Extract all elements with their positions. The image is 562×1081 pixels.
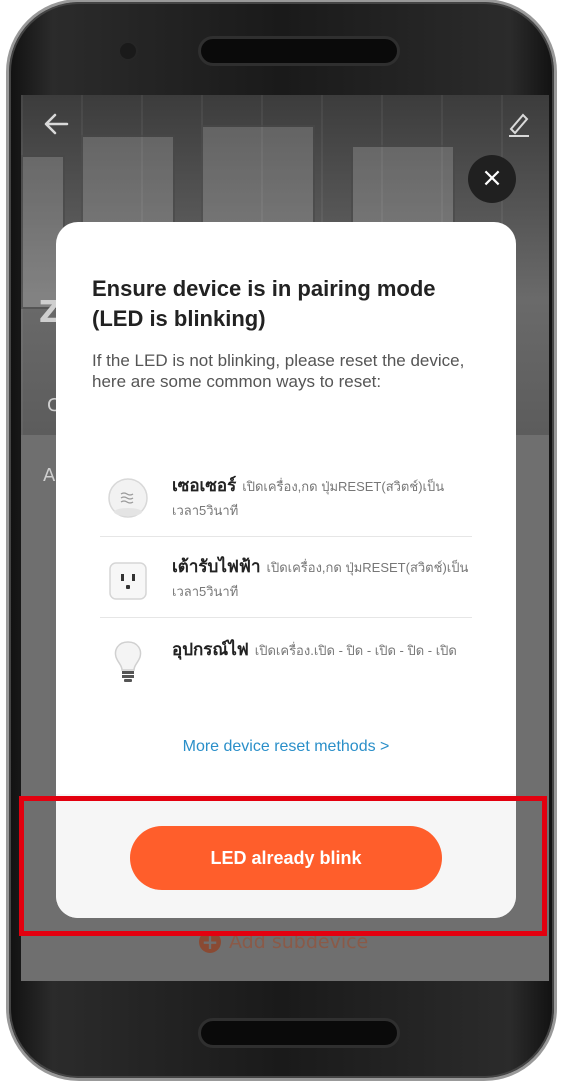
method-name: อุปกรณ์ไฟ [172,640,249,659]
sensor-icon [106,476,148,518]
dialog-description: If the LED is not blinking, please reset… [92,351,465,391]
method-name: เซอเซอร์ [172,476,237,495]
divider [100,617,472,618]
highlight-box [19,796,547,936]
power-socket-icon [106,559,147,600]
method-instruction: เปิดเครื่อง.เปิด - ปิด - เปิด - ปิด - เป… [254,643,457,658]
dialog-title: Ensure device is in pairing mode (LED is… [92,276,436,331]
close-button[interactable]: × [468,155,516,203]
close-icon: × [481,163,503,193]
top-speaker [198,36,400,66]
front-camera [120,43,136,59]
divider [100,536,472,537]
pencil-icon[interactable] [507,111,531,137]
arrow-left-icon[interactable] [41,109,71,139]
method-name: เต้ารับไฟฟ้า [172,557,261,576]
list-label-partial: A [43,465,56,486]
more-reset-methods-link[interactable]: More device reset methods > [56,738,516,756]
bottom-speaker [198,1018,400,1048]
reset-method-item: อุปกรณ์ไฟ เปิดเครื่อง.เปิด - ปิด - เปิด -… [100,638,472,712]
light-bulb-icon [106,638,146,682]
